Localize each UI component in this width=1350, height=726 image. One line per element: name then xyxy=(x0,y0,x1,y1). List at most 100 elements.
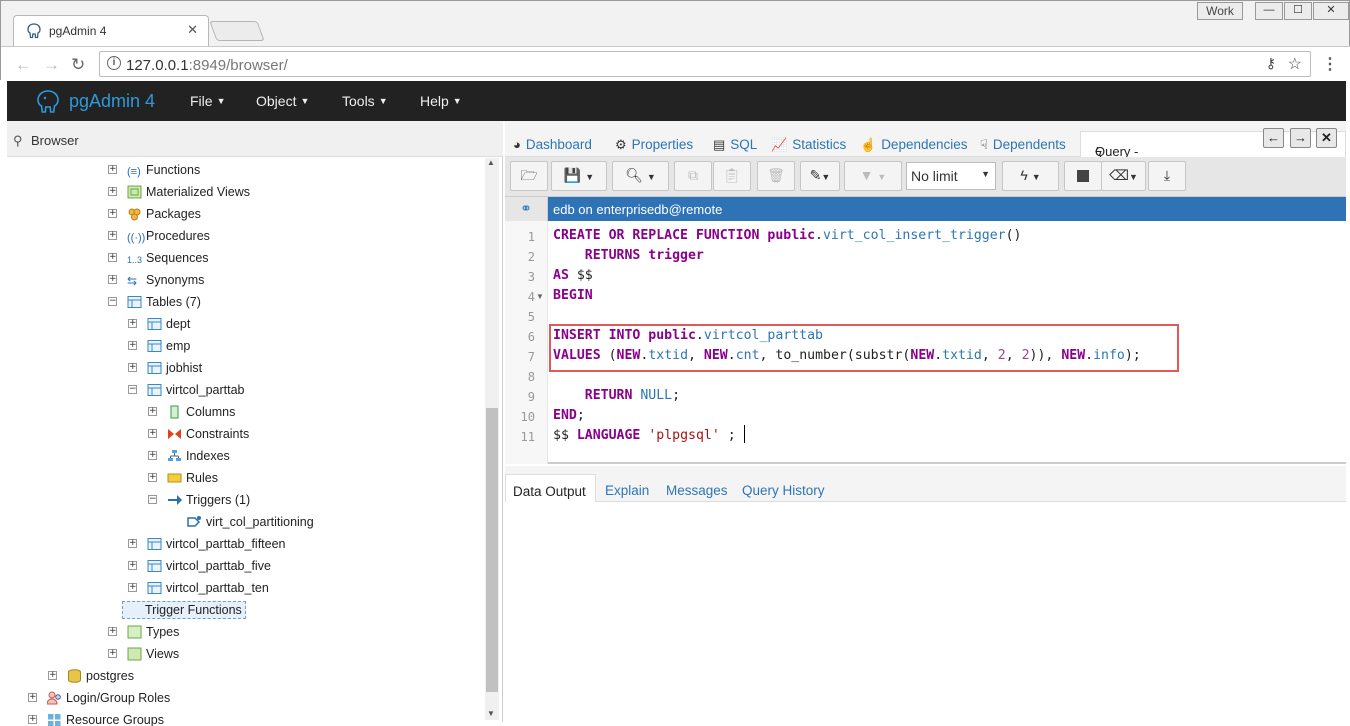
tree-item-label[interactable]: Constraints xyxy=(186,427,249,441)
tree-expander-icon[interactable]: + xyxy=(108,253,117,262)
tree-expander-icon[interactable]: + xyxy=(28,715,37,724)
tree-expander-icon[interactable]: + xyxy=(108,165,117,174)
tree-expander-icon[interactable]: + xyxy=(128,319,137,328)
tree-expander-icon[interactable]: + xyxy=(28,693,37,702)
filter-button[interactable]: ▼ ▼ xyxy=(844,161,902,191)
minimize-icon[interactable]: — xyxy=(1255,2,1283,20)
tab-scroll-right-icon[interactable]: → xyxy=(1290,128,1311,148)
tree-item-label[interactable]: postgres xyxy=(86,669,134,683)
tree-item-label[interactable]: Sequences xyxy=(146,251,209,265)
tree-item-label[interactable]: virtcol_parttab_five xyxy=(166,559,271,573)
tree-expander-icon[interactable]: + xyxy=(108,187,117,196)
tree-expander-icon[interactable]: + xyxy=(148,407,157,416)
tree-item-label[interactable]: Views xyxy=(146,647,179,661)
tree-item-label[interactable]: Materialized Views xyxy=(146,185,250,199)
back-arrow-icon[interactable]: ← xyxy=(15,55,32,75)
tree-expander-icon[interactable]: + xyxy=(128,341,137,350)
tree-item-label[interactable]: emp xyxy=(166,339,190,353)
scroll-down-icon[interactable]: ▼ xyxy=(487,709,495,718)
tree-expander-icon[interactable]: − xyxy=(128,385,137,394)
tree-item-label[interactable]: virtcol_parttab_ten xyxy=(166,581,269,595)
tree-item-label[interactable]: Triggers (1) xyxy=(186,493,250,507)
tree-item-label[interactable]: Tables (7) xyxy=(146,295,201,309)
copy-button[interactable]: ⧉ xyxy=(674,161,712,191)
tree-expander-icon[interactable]: + xyxy=(108,231,117,240)
menu-help[interactable]: Help ▼ xyxy=(420,93,462,109)
execute-button[interactable]: ϟ ▼ xyxy=(1002,161,1059,191)
tree-expander-icon[interactable]: + xyxy=(148,473,157,482)
tab-dependents[interactable]: ☟ Dependents xyxy=(980,137,1066,153)
delete-button[interactable]: 🗑︎ xyxy=(757,161,795,191)
reload-icon[interactable]: ↻ xyxy=(71,55,85,75)
tab-scroll-left-icon[interactable]: ← xyxy=(1263,128,1284,148)
edit-button[interactable]: ✎▼ xyxy=(800,161,840,191)
row-limit-select[interactable]: No limit ▼ xyxy=(906,162,996,190)
link-icon[interactable]: ⚭ xyxy=(505,197,548,221)
tab-explain[interactable]: Explain xyxy=(605,483,649,498)
tree-item-label[interactable]: virtcol_parttab_fifteen xyxy=(166,537,286,551)
tree-expander-icon[interactable]: + xyxy=(108,275,117,284)
tree-item-label[interactable]: Trigger Functions xyxy=(122,601,246,619)
stop-button[interactable] xyxy=(1064,161,1102,191)
info-icon[interactable]: i xyxy=(107,56,121,70)
sql-editor[interactable]: 1 2 3 4 5 6 7 8 9 10 11 ▼ CREATE OR REPLACE FUNCTIO… xyxy=(505,221,1346,464)
tree-item-label[interactable]: virt_col_partitioning xyxy=(206,515,314,529)
tree-item-label[interactable]: Functions xyxy=(146,163,200,177)
tab-query-history[interactable]: Query History xyxy=(742,483,825,498)
clear-button[interactable]: ⌫▼ xyxy=(1101,161,1146,191)
bookmark-star-icon[interactable]: ☆ xyxy=(1288,54,1302,74)
tree-expander-icon[interactable]: + xyxy=(108,649,117,658)
tree-item-label[interactable]: virtcol_parttab xyxy=(166,383,245,397)
tree-item-label[interactable]: Resource Groups xyxy=(66,713,164,726)
open-file-button[interactable]: 🗁 xyxy=(510,161,548,191)
tree-expander-icon[interactable]: − xyxy=(148,495,157,504)
tab-dashboard[interactable]: ◕ Dashboard xyxy=(513,137,592,152)
tree-item-label[interactable]: Synonyms xyxy=(146,273,204,287)
tree-expander-icon[interactable]: + xyxy=(128,583,137,592)
tree-expander-icon[interactable]: + xyxy=(128,363,137,372)
tree-item-label[interactable]: dept xyxy=(166,317,190,331)
tree-item-label[interactable]: Rules xyxy=(186,471,218,485)
tab-statistics[interactable]: 📈 Statistics xyxy=(771,137,846,153)
close-panel-icon[interactable]: ✕ xyxy=(1316,128,1337,148)
tree-expander-icon[interactable]: + xyxy=(108,627,117,636)
tree-item-label[interactable]: Packages xyxy=(146,207,201,221)
save-button[interactable]: 💾 ▼ xyxy=(551,161,607,191)
tree-expander-icon[interactable]: + xyxy=(108,209,117,218)
tab-dependencies[interactable]: ☝ Dependencies xyxy=(860,137,968,153)
maximize-icon[interactable]: ☐ xyxy=(1284,2,1312,20)
fold-arrow-icon[interactable]: ▼ xyxy=(536,292,544,301)
tree-expander-icon[interactable]: + xyxy=(148,429,157,438)
tree-item-label[interactable]: jobhist xyxy=(166,361,202,375)
menu-file[interactable]: File ▼ xyxy=(190,93,225,109)
tab-messages[interactable]: Messages xyxy=(666,483,728,498)
paste-button[interactable]: 📋︎ xyxy=(713,161,751,191)
browser-menu-icon[interactable]: ⋮ xyxy=(1322,54,1338,74)
menu-object[interactable]: Object ▼ xyxy=(256,93,309,109)
key-icon[interactable]: ⚷ xyxy=(1266,55,1276,72)
tree-scrollbar-thumb[interactable] xyxy=(486,408,498,692)
tree-item-label[interactable]: Login/Group Roles xyxy=(66,691,170,705)
menu-tools[interactable]: Tools ▼ xyxy=(342,93,388,109)
tab-data-output[interactable]: Data Output xyxy=(505,474,596,503)
tree-expander-icon[interactable]: + xyxy=(128,539,137,548)
tree-item-label[interactable]: Indexes xyxy=(186,449,230,463)
url-input[interactable]: i 127.0.0.1:8949/browser/ ⚷ ☆ xyxy=(99,51,1311,77)
new-tab-button[interactable] xyxy=(209,21,265,41)
tree-expander-icon[interactable]: − xyxy=(108,297,117,306)
forward-arrow-icon[interactable]: → xyxy=(43,55,60,75)
tree-expander-icon[interactable]: + xyxy=(48,671,57,680)
browser-tab[interactable]: pgAdmin 4 ✕ xyxy=(13,15,209,47)
find-button[interactable]: 🔍︎ ▼ xyxy=(612,161,669,191)
profile-button[interactable]: Work xyxy=(1197,2,1243,20)
download-button[interactable]: ⤓ xyxy=(1148,161,1186,191)
tree-expander-icon[interactable]: + xyxy=(148,451,157,460)
tree-item-label[interactable]: Columns xyxy=(186,405,235,419)
close-tab-icon[interactable]: ✕ xyxy=(187,22,198,38)
tree-item-label[interactable]: Procedures xyxy=(146,229,210,243)
tab-properties[interactable]: ⚙ Properties xyxy=(615,137,693,153)
tab-sql[interactable]: ▤ SQL xyxy=(713,137,757,153)
tree-expander-icon[interactable]: + xyxy=(128,561,137,570)
tree-item-label[interactable]: Types xyxy=(146,625,179,639)
scroll-up-icon[interactable]: ▲ xyxy=(487,158,495,167)
